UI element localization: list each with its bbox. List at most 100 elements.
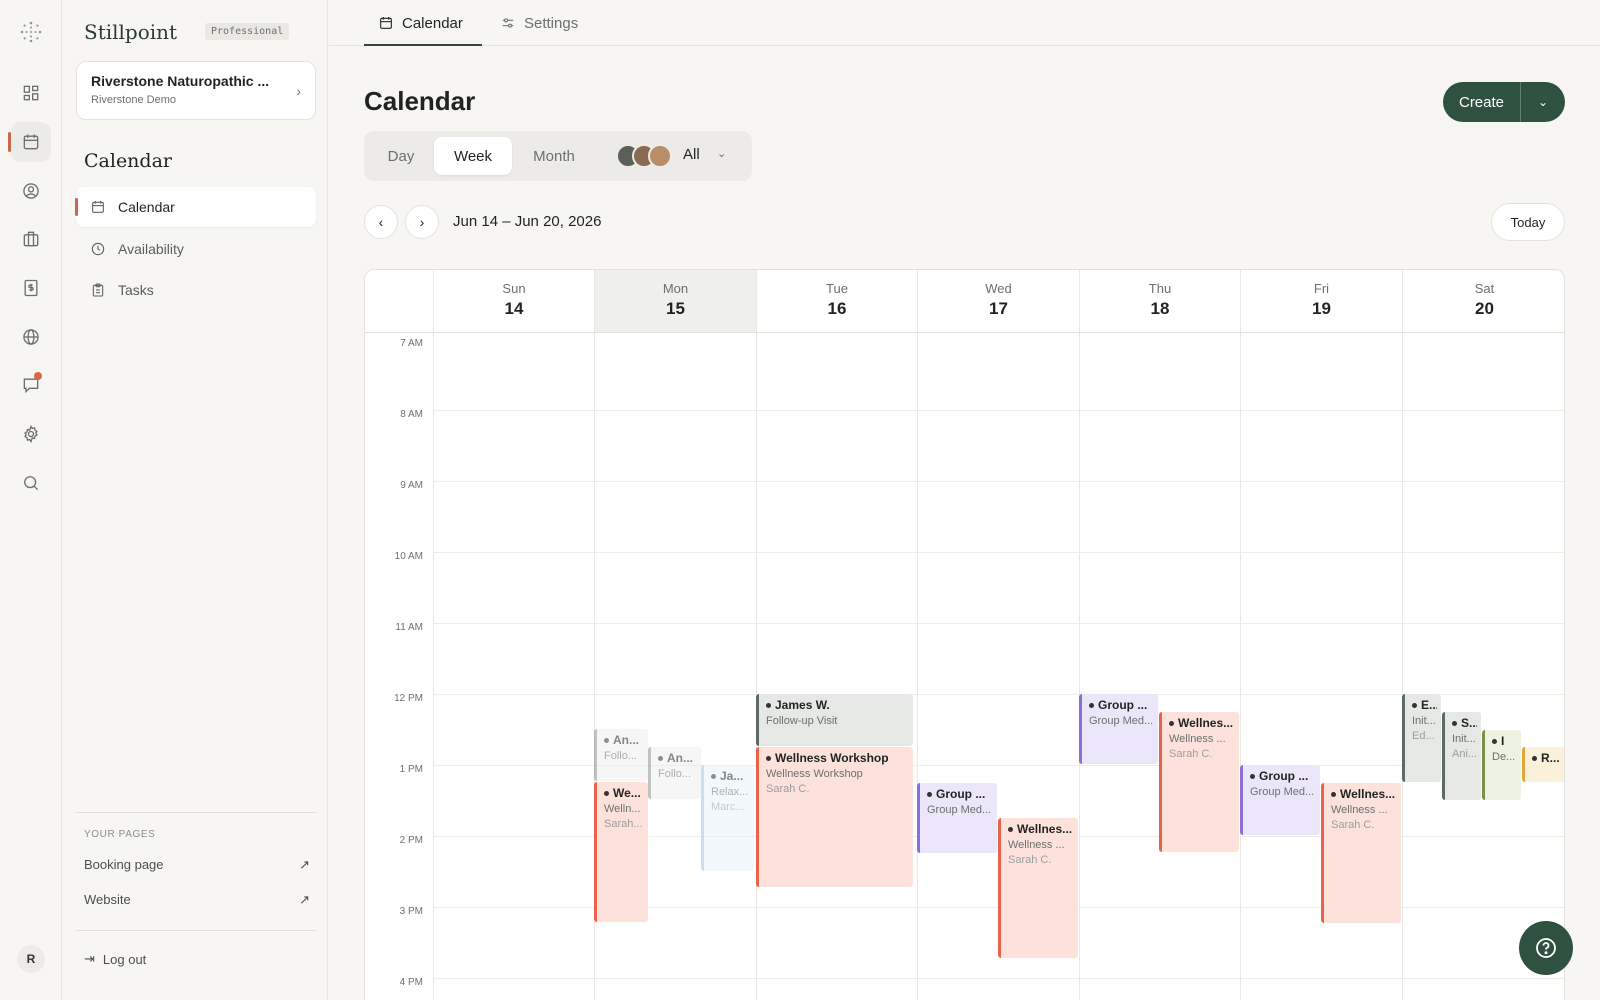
event-block[interactable]: Wellnes... Wellness ... Sarah C. — [998, 818, 1078, 958]
event-block[interactable]: Group ... Group Med... — [1240, 765, 1320, 835]
logout-label: Log out — [102, 951, 147, 967]
event-title: An... — [604, 733, 644, 747]
rail-dashboard[interactable] — [11, 73, 51, 113]
today-button[interactable]: Today — [1491, 203, 1565, 241]
sidebar-item-availability[interactable]: Availability — [76, 229, 316, 269]
event-block[interactable]: Ja... Relax... Marc... — [701, 765, 754, 871]
event-block[interactable]: I De... — [1482, 730, 1521, 800]
event-block[interactable]: S... Init... Ani... — [1442, 712, 1481, 800]
event-service: Group Med... — [1250, 786, 1315, 798]
chevron-down-icon[interactable]: ⌄ — [717, 147, 726, 160]
day-number: 15 — [666, 299, 685, 318]
user-avatar[interactable]: R — [17, 945, 45, 973]
hour-label: 10 AM — [394, 551, 423, 562]
event-practitioner: Ani... — [1452, 748, 1477, 760]
event-service: Welln... — [604, 803, 641, 815]
day-header-sat[interactable]: Sat 20 — [1402, 270, 1564, 333]
view-week[interactable]: Week — [434, 137, 512, 175]
hour-label: 1 PM — [399, 764, 423, 775]
rail-services[interactable] — [11, 219, 51, 259]
sidebar-title: Calendar — [84, 150, 172, 172]
day-name: Mon — [662, 281, 689, 296]
event-service: Init... — [1452, 733, 1476, 745]
event-service: Wellness ... — [1331, 804, 1388, 816]
day-number: 18 — [1150, 299, 1170, 318]
booking-page-link[interactable]: Booking page ↗ — [84, 857, 310, 873]
staff-avatars[interactable] — [616, 144, 674, 168]
event-title: Wellness Workshop — [766, 751, 909, 765]
staff-filter[interactable]: All — [683, 146, 700, 163]
sidebar-item-tasks[interactable]: Tasks — [76, 270, 316, 310]
event-block[interactable]: Group ... Group Med... — [1079, 694, 1158, 764]
rail-website[interactable] — [11, 317, 51, 357]
day-header-tue[interactable]: Tue 16 — [756, 270, 917, 333]
event-title: Ja... — [711, 769, 750, 783]
event-block[interactable]: Wellnes... Wellness ... Sarah C. — [1321, 783, 1401, 923]
rail-calendar[interactable] — [8, 122, 51, 162]
day-header-fri[interactable]: Fri 19 — [1240, 270, 1402, 333]
day-header-mon[interactable]: Mon 15 — [594, 270, 756, 333]
column-line — [756, 333, 757, 1000]
column-line — [433, 333, 434, 1000]
hour-label: 4 PM — [399, 977, 423, 988]
event-title: We... — [604, 786, 644, 800]
event-block[interactable]: An... Follo... — [648, 747, 701, 799]
day-header-thu[interactable]: Thu 18 — [1079, 270, 1240, 333]
prev-week-button[interactable]: ‹ — [364, 205, 398, 239]
day-name: Tue — [826, 281, 848, 296]
top-tabs: Calendar Settings — [329, 0, 1600, 46]
hour-line — [433, 410, 1564, 411]
help-button[interactable] — [1519, 921, 1573, 975]
event-practitioner: Ed... — [1412, 730, 1435, 742]
user-icon — [23, 183, 39, 199]
column-line — [1240, 333, 1241, 1000]
event-block[interactable]: E... Init... Ed... — [1402, 694, 1441, 782]
day-header-sun[interactable]: Sun 14 — [433, 270, 594, 333]
hour-label: 9 AM — [400, 480, 423, 491]
hour-label: 7 AM — [400, 338, 423, 349]
event-block[interactable]: Group ... Group Med... — [917, 783, 997, 853]
day-name: Sat — [1474, 281, 1495, 296]
day-number: 14 — [504, 299, 524, 318]
event-block[interactable]: An... Follo... — [594, 729, 648, 781]
event-block[interactable]: Wellness Workshop Wellness Workshop Sara… — [756, 747, 913, 887]
create-button[interactable]: Create — [1443, 82, 1521, 122]
next-week-button[interactable]: › — [405, 205, 439, 239]
org-switcher[interactable]: Riverstone Naturopathic ... Riverstone D… — [76, 61, 316, 120]
day-header-wed[interactable]: Wed 17 — [917, 270, 1079, 333]
org-name: Riverstone Naturopathic ... — [91, 73, 270, 89]
event-service: Follow-up Visit — [766, 715, 838, 727]
tab-settings[interactable]: Settings — [500, 12, 578, 34]
rail-messages[interactable] — [11, 365, 51, 405]
view-month[interactable]: Month — [514, 137, 594, 175]
clipboard-icon — [92, 283, 104, 297]
search-icon — [24, 476, 39, 491]
tab-calendar[interactable]: Calendar — [378, 12, 463, 34]
event-title: Wellnes... — [1169, 716, 1235, 730]
event-service: Follo... — [658, 768, 692, 780]
page-title: Calendar — [364, 86, 476, 116]
brand-name: Stillpoint — [84, 20, 178, 44]
event-block[interactable]: Wellnes... Wellness ... Sarah C. — [1159, 712, 1239, 852]
event-block[interactable]: James W. Follow-up Visit — [756, 694, 913, 746]
event-block[interactable]: R... — [1522, 747, 1564, 782]
globe-icon — [23, 329, 39, 345]
rail-clients[interactable] — [11, 171, 51, 211]
rail-search[interactable] — [11, 463, 51, 503]
week-grid: Sun 14 Mon 15 Tue 16 Wed 17 Thu 18 Fri 1… — [364, 269, 1565, 1000]
view-day[interactable]: Day — [370, 137, 432, 175]
rail-settings[interactable] — [11, 414, 51, 454]
rail-billing[interactable] — [11, 268, 51, 308]
column-line — [1402, 333, 1403, 1000]
day-name: Fri — [1313, 281, 1330, 296]
chevron-down-icon[interactable]: ⌄ — [1521, 82, 1565, 122]
event-title: E... — [1412, 698, 1437, 712]
app-logo-icon[interactable] — [19, 20, 43, 44]
day-number: 16 — [827, 299, 847, 318]
sidebar-item-calendar[interactable]: Calendar — [75, 187, 316, 227]
event-block[interactable]: We... Welln... Sarah... — [594, 782, 648, 922]
event-service: Group Med... — [927, 804, 992, 816]
logout-button[interactable]: ⇥ Log out — [84, 951, 146, 967]
hour-label: 12 PM — [394, 693, 423, 704]
website-link[interactable]: Website ↗ — [84, 892, 310, 908]
